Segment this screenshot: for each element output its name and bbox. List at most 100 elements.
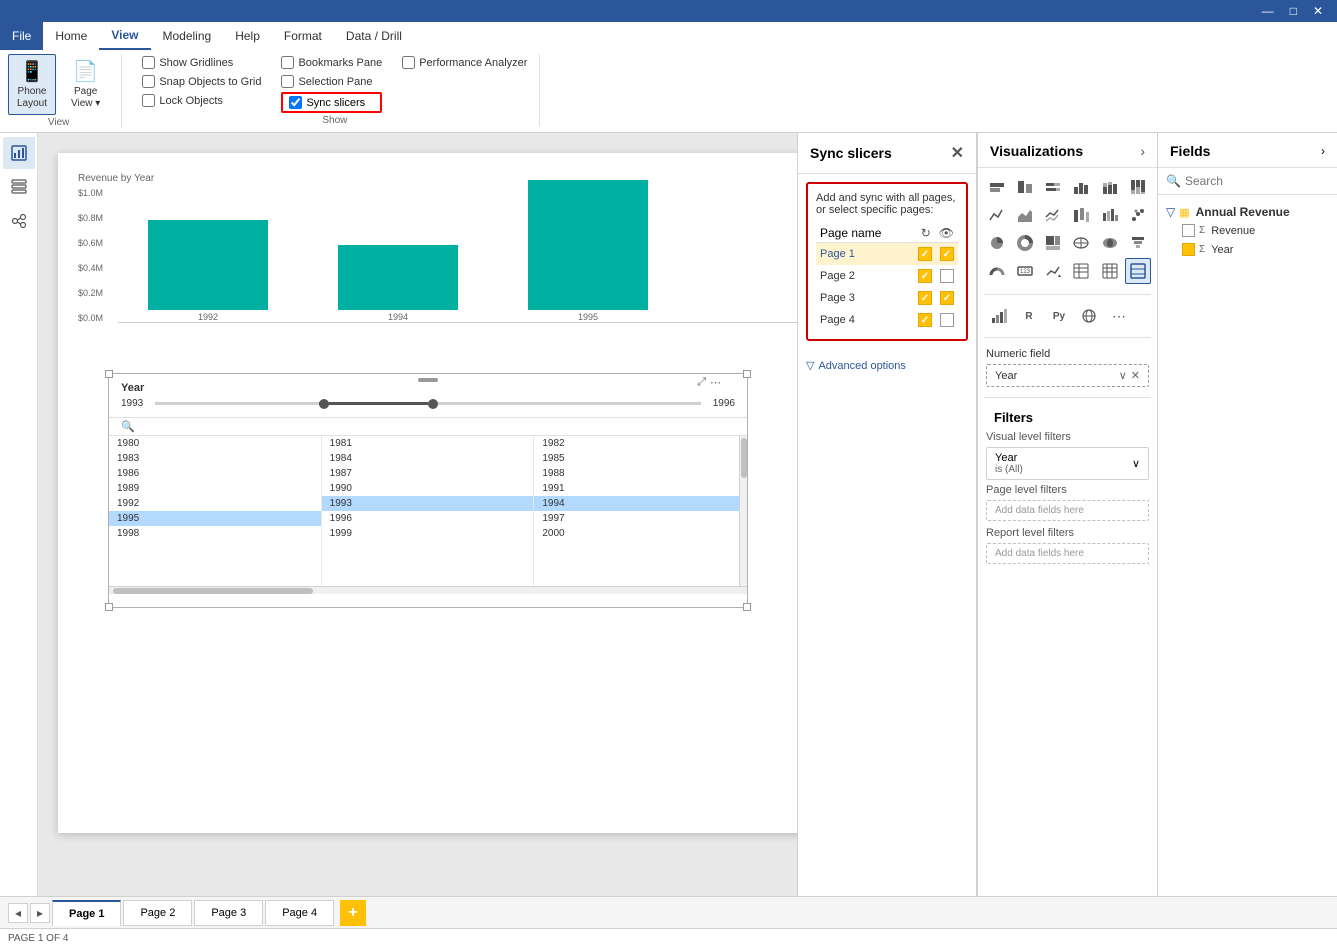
slicer-item-1999[interactable]: 1999 <box>322 526 534 541</box>
sync-eye-icon[interactable]: 👁 <box>939 226 954 240</box>
slicer-item-1991[interactable]: 1991 <box>534 481 747 496</box>
report-filter-placeholder[interactable]: Add data fields here <box>986 543 1149 564</box>
bookmarks-pane-item[interactable]: Bookmarks Pane <box>281 54 382 71</box>
viz-slicer-icon[interactable] <box>1125 258 1151 284</box>
sidebar-report-icon[interactable] <box>3 137 35 169</box>
slicer-range-track[interactable] <box>155 402 701 405</box>
sync-page1-sync-check[interactable]: ✓ <box>918 247 932 261</box>
phone-layout-button[interactable]: 📱 PhoneLayout <box>8 54 56 115</box>
viz-area-icon[interactable] <box>1012 202 1038 228</box>
slicer-item-1982[interactable]: 1982 <box>534 436 747 451</box>
bookmarks-pane-checkbox[interactable] <box>281 56 294 69</box>
page-tab-prev-btn[interactable]: ◂ <box>8 903 28 923</box>
viz-donut-icon[interactable] <box>1012 230 1038 256</box>
page-tab-4[interactable]: Page 4 <box>265 900 334 926</box>
page-tab-1[interactable]: Page 1 <box>52 900 121 926</box>
tab-format[interactable]: Format <box>272 22 334 50</box>
tab-modeling[interactable]: Modeling <box>151 22 224 50</box>
viz-100pct-bar-icon[interactable] <box>1040 174 1066 200</box>
page-filter-placeholder[interactable]: Add data fields here <box>986 500 1149 521</box>
slicer-item-1980[interactable]: 1980 <box>109 436 321 451</box>
slicer-expand-icon[interactable]: ⤢ <box>697 376 706 389</box>
slicer-handle-left[interactable] <box>319 399 329 409</box>
viz-matrix-icon[interactable] <box>1097 258 1123 284</box>
sync-page3-vis-check[interactable]: ✓ <box>940 291 954 305</box>
sidebar-data-icon[interactable] <box>3 171 35 203</box>
fields-revenue-checkbox[interactable] <box>1182 224 1195 237</box>
slicer-item-1984[interactable]: 1984 <box>322 451 534 466</box>
year-filter-dropdown[interactable]: Year is (All) ∨ <box>986 447 1149 480</box>
slicer-item-1985[interactable]: 1985 <box>534 451 747 466</box>
tab-home[interactable]: Home <box>43 22 99 50</box>
viz-treemap-icon[interactable] <box>1040 230 1066 256</box>
page-view-button[interactable]: 📄 PageView ▾ <box>62 54 109 115</box>
slicer-item-1989[interactable]: 1989 <box>109 481 321 496</box>
slicer-item-2000[interactable]: 2000 <box>534 526 747 541</box>
snap-objects-item[interactable]: Snap Objects to Grid <box>142 73 261 90</box>
slicer-resize-tr[interactable] <box>743 370 751 378</box>
lock-objects-item[interactable]: Lock Objects <box>142 92 261 109</box>
slicer-item-1997[interactable]: 1997 <box>534 511 747 526</box>
show-gridlines-checkbox[interactable] <box>142 56 155 69</box>
slicer-item-1994[interactable]: 1994 <box>534 496 747 511</box>
slicer-resize-br[interactable] <box>743 603 751 611</box>
viz-filled-map-icon[interactable] <box>1097 230 1123 256</box>
sync-panel-close-btn[interactable]: ✕ <box>951 143 964 163</box>
add-page-btn[interactable]: + <box>340 900 366 926</box>
sync-refresh-icon[interactable]: ↻ <box>921 226 931 240</box>
slicer-scroll-thumb[interactable] <box>741 438 747 478</box>
sync-slicers-button[interactable]: Sync slicers <box>281 92 382 113</box>
sync-page4-vis-check[interactable] <box>940 313 954 327</box>
viz-funnel-icon[interactable] <box>1125 230 1151 256</box>
viz-scatter-icon[interactable] <box>1125 202 1151 228</box>
viz-globe-icon[interactable] <box>1076 303 1102 329</box>
slicer-scrollbar[interactable] <box>739 436 747 586</box>
fields-group-header[interactable]: ▽ ▦ Annual Revenue <box>1166 203 1329 221</box>
slicer-item-1983[interactable]: 1983 <box>109 451 321 466</box>
slicer-ellipsis-icon[interactable]: ⋯ <box>710 376 721 389</box>
selection-pane-item[interactable]: Selection Pane <box>281 73 382 90</box>
slicer-resize-tl[interactable] <box>105 370 113 378</box>
viz-panel-expand-btn[interactable]: › <box>1140 143 1145 159</box>
viz-python-icon[interactable]: Py <box>1046 303 1072 329</box>
slicer-handle-right[interactable] <box>428 399 438 409</box>
viz-stacked-bar-icon[interactable] <box>984 174 1010 200</box>
sync-page1-vis-check[interactable]: ✓ <box>940 247 954 261</box>
sync-page4-sync-check[interactable]: ✓ <box>918 313 932 327</box>
show-gridlines-item[interactable]: Show Gridlines <box>142 54 261 71</box>
slicer-hscrollbar[interactable] <box>109 586 747 594</box>
viz-gauge-icon[interactable] <box>984 258 1010 284</box>
minimize-btn[interactable]: — <box>1256 4 1280 18</box>
viz-map-icon[interactable] <box>1068 230 1094 256</box>
slicer-hscroll-thumb[interactable] <box>113 588 313 594</box>
page-tab-2[interactable]: Page 2 <box>123 900 192 926</box>
tab-help[interactable]: Help <box>223 22 272 50</box>
fields-expand-btn[interactable]: › <box>1321 144 1325 158</box>
slicer-item-1986[interactable]: 1986 <box>109 466 321 481</box>
slicer-search-input[interactable] <box>139 421 630 432</box>
viz-100pct-col-icon[interactable] <box>1125 174 1151 200</box>
viz-clustered-bar-icon[interactable] <box>1012 174 1038 200</box>
slicer-item-1993[interactable]: 1993 <box>322 496 534 511</box>
slicer-item-1990[interactable]: 1990 <box>322 481 534 496</box>
viz-card-icon[interactable]: 123 <box>1012 258 1038 284</box>
selection-pane-checkbox[interactable] <box>281 75 294 88</box>
slicer-item-1987[interactable]: 1987 <box>322 466 534 481</box>
sync-page3-sync-check[interactable]: ✓ <box>918 291 932 305</box>
slicer-item-1992[interactable]: 1992 <box>109 496 321 511</box>
viz-line-icon[interactable] <box>984 202 1010 228</box>
viz-r-icon[interactable]: R <box>1016 303 1042 329</box>
fields-item-year[interactable]: Σ Year <box>1166 240 1329 259</box>
viz-kpi-icon[interactable]: ▲ <box>1040 258 1066 284</box>
sync-page2-vis-check[interactable] <box>940 269 954 283</box>
fields-search-input[interactable] <box>1185 174 1329 188</box>
sidebar-model-icon[interactable] <box>3 205 35 237</box>
perf-analyzer-item[interactable]: Performance Analyzer <box>402 54 527 71</box>
slicer-item-1981[interactable]: 1981 <box>322 436 534 451</box>
sync-slicers-checkbox[interactable] <box>289 96 302 109</box>
viz-table-icon[interactable] <box>1068 258 1094 284</box>
fields-item-revenue[interactable]: Σ Revenue <box>1166 221 1329 240</box>
slicer-resize-bl[interactable] <box>105 603 113 611</box>
slicer-item-1988[interactable]: 1988 <box>534 466 747 481</box>
viz-ribbon-icon[interactable] <box>1068 202 1094 228</box>
